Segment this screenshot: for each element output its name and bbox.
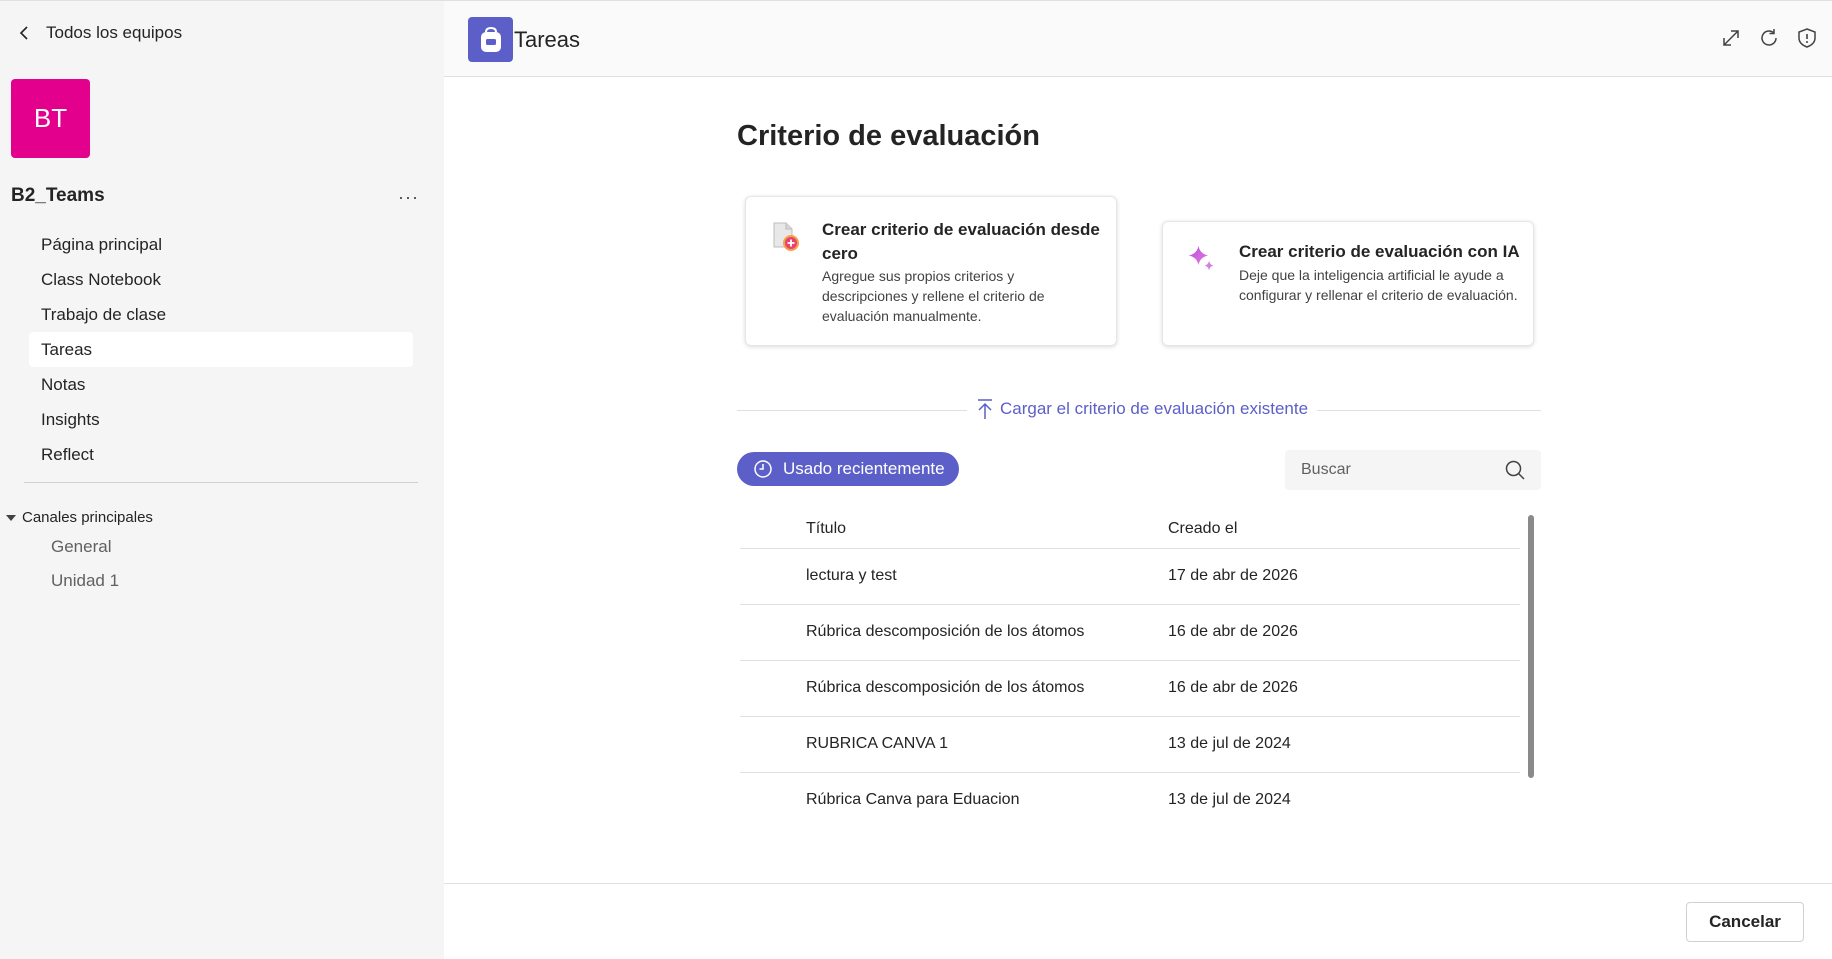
row-title: Rúbrica descomposición de los átomos <box>806 679 1085 696</box>
app-title: Tareas <box>514 27 581 52</box>
sidebar-item-label: Class Notebook <box>41 269 162 289</box>
row-created: 13 de jul de 2024 <box>1168 791 1291 808</box>
column-header-title[interactable]: Título <box>806 520 846 538</box>
sparkle-icon <box>1188 245 1214 271</box>
sidebar-item-class-notebook[interactable]: Class Notebook <box>29 262 413 297</box>
row-title: lectura y test <box>806 567 897 584</box>
cancel-button[interactable]: Cancelar <box>1686 902 1804 942</box>
upload-existing-link[interactable]: Cargar el criterio de evaluación existen… <box>970 398 1315 420</box>
recently-used-button[interactable]: Usado recientemente <box>737 452 959 486</box>
sidebar-item-label: Insights <box>41 409 100 429</box>
table-row[interactable]: RUBRICA CANVA 1 13 de jul de 2024 <box>740 717 1520 773</box>
upload-label: Cargar el criterio de evaluación existen… <box>1000 399 1309 418</box>
create-with-ai-card[interactable]: Crear criterio de evaluación con IA Deje… <box>1162 221 1534 346</box>
header-actions <box>1720 27 1818 49</box>
row-title: Rúbrica descomposición de los átomos <box>806 623 1085 640</box>
table-row[interactable]: Rúbrica Canva para Eduacion 13 de jul de… <box>740 773 1520 808</box>
sidebar-item-notas[interactable]: Notas <box>29 367 413 402</box>
channel-unidad-1[interactable]: Unidad 1 <box>51 571 119 591</box>
upload-icon <box>978 399 992 419</box>
recently-used-label: Usado recientemente <box>783 459 945 478</box>
card-title: Crear criterio de evaluación con IA <box>1239 242 1520 261</box>
expand-icon[interactable] <box>1720 27 1742 49</box>
caret-down-icon <box>6 514 16 521</box>
sidebar-item-label: Trabajo de clase <box>41 304 167 324</box>
row-created: 16 de abr de 2026 <box>1168 679 1298 696</box>
clock-icon <box>754 460 772 478</box>
sidebar-item-insights[interactable]: Insights <box>29 402 413 437</box>
card-description: Deje que la inteligencia artificial le a… <box>1239 267 1518 303</box>
table-row[interactable]: Rúbrica descomposición de los átomos 16 … <box>740 605 1520 661</box>
back-to-teams-link[interactable]: Todos los equipos <box>18 23 182 43</box>
back-label: Todos los equipos <box>46 23 183 42</box>
sidebar-item-trabajo-de-clase[interactable]: Trabajo de clase <box>29 297 413 332</box>
separator-line <box>1317 410 1541 411</box>
refresh-icon[interactable] <box>1758 27 1780 49</box>
separator-line <box>737 410 967 411</box>
row-created: 13 de jul de 2024 <box>1168 735 1291 752</box>
sidebar-item-label: Reflect <box>41 444 94 464</box>
sidebar: Todos los equipos BT B2_Teams ··· Página… <box>0 0 444 959</box>
card-title: Crear criterio de evaluación desde cero <box>822 220 1100 263</box>
search-input[interactable] <box>1285 450 1541 490</box>
card-description: Agregue sus propios criterios y descripc… <box>822 268 1045 324</box>
channels-label: Canales principales <box>22 509 153 526</box>
create-from-scratch-card[interactable]: Crear criterio de evaluación desde cero … <box>745 196 1117 346</box>
chevron-left-icon <box>19 26 28 40</box>
column-header-created[interactable]: Creado el <box>1168 520 1237 538</box>
sidebar-divider <box>24 482 418 483</box>
table-scrollbar[interactable] <box>1528 515 1534 778</box>
page-title: Criterio de evaluación <box>737 120 1040 152</box>
footer: Cancelar <box>444 883 1832 959</box>
row-title: RUBRICA CANVA 1 <box>806 735 948 752</box>
table-row[interactable]: lectura y test 17 de abr de 2026 <box>740 549 1520 605</box>
search-icon[interactable] <box>1504 459 1526 481</box>
sidebar-item-pagina-principal[interactable]: Página principal <box>29 227 413 262</box>
app-header: Tareas <box>444 0 1832 77</box>
channel-general[interactable]: General <box>51 537 111 557</box>
channels-section-toggle[interactable]: Canales principales <box>6 509 153 526</box>
sidebar-item-label: Tareas <box>41 339 93 359</box>
sidebar-item-label: Página principal <box>41 234 162 254</box>
team-name: B2_Teams <box>11 185 105 206</box>
sidebar-item-tareas[interactable]: Tareas <box>29 332 413 367</box>
sidebar-item-label: Notas <box>41 374 86 394</box>
row-created: 16 de abr de 2026 <box>1168 623 1298 640</box>
backpack-icon <box>480 26 501 52</box>
upload-existing-row: Cargar el criterio de evaluación existen… <box>737 398 1541 422</box>
row-created: 17 de abr de 2026 <box>1168 567 1298 584</box>
table-row[interactable]: Rúbrica descomposición de los átomos 16 … <box>740 661 1520 717</box>
rubrics-table: Título Creado el lectura y test 17 de ab… <box>740 510 1520 808</box>
more-options-button[interactable]: ··· <box>398 187 419 208</box>
shield-icon[interactable] <box>1796 27 1818 49</box>
team-nav: Página principal Class Notebook Trabajo … <box>29 227 413 472</box>
sidebar-item-reflect[interactable]: Reflect <box>29 437 413 472</box>
row-title: Rúbrica Canva para Eduacion <box>806 791 1020 808</box>
document-plus-icon <box>773 222 799 251</box>
team-avatar: BT <box>11 79 90 158</box>
table-header: Título Creado el <box>740 510 1520 549</box>
assignments-app-icon <box>468 17 513 62</box>
